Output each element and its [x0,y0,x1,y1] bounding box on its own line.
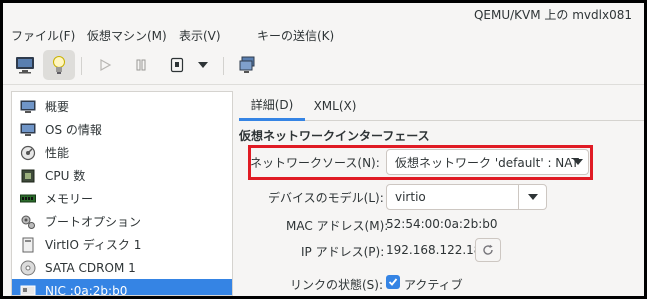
window-title: QEMU/KVM 上の mvdlx081 [473,8,632,22]
device-model-label: デバイスのモデル(L): [268,191,384,205]
section-title: 仮想ネットワークインターフェース [239,129,430,143]
disk-icon [19,237,37,253]
toolbar [3,47,644,85]
monitor-icon [16,57,34,74]
cpu-icon [19,168,37,184]
console-button[interactable] [9,50,41,80]
ip-address-value: 192.168.122.186 [386,243,490,257]
sidebar-item-label: OS の情報 [45,123,102,137]
tab-details[interactable]: 詳細(D) [239,91,305,121]
menu-send-key[interactable]: キーの送信(K) [257,27,334,44]
link-state-label: リンクの状態(S): [290,278,384,292]
sidebar-item-label: NIC :0a:2b:b0 [45,283,128,296]
play-icon [100,58,112,72]
sidebar-item-nic[interactable]: NIC :0a:2b:b0 [12,279,232,296]
gauge-icon [19,145,37,161]
snapshot-button[interactable] [231,50,263,80]
lightbulb-icon [53,56,65,74]
title-bar: QEMU/KVM 上の mvdlx081 [3,3,644,23]
refresh-ip-button[interactable] [475,238,501,262]
pause-button[interactable] [125,50,157,80]
device-model-value: virtio [395,190,426,204]
shutdown-button[interactable] [161,50,193,80]
tab-label: 詳細(D) [250,98,294,112]
sidebar-item-performance[interactable]: 性能 [12,141,232,164]
detail-tabs: 詳細(D) XML(X) [239,91,644,121]
link-state-checkbox[interactable] [386,275,400,289]
sidebar-item-label: SATA CDROM 1 [45,260,136,275]
link-state-value: アクティブ [404,278,463,292]
shutdown-menu-button[interactable] [191,50,215,80]
sidebar-item-label: CPU 数 [45,169,86,183]
menu-vm[interactable]: 仮想マシン(M) [87,27,167,44]
sidebar-item-virtio-disk[interactable]: VirtIO ディスク 1 [12,233,232,256]
snapshot-icon [239,56,255,73]
ip-address-label: IP アドレス(P): [301,245,385,259]
menu-bar: ファイル(F) 仮想マシン(M) 表示(V) キーの送信(K) [3,23,644,47]
sidebar-item-boot-options[interactable]: ブートオプション [12,210,232,233]
nic-icon [19,283,37,295]
chevron-down-icon[interactable] [518,185,546,209]
check-icon [388,278,398,286]
menu-file[interactable]: ファイル(F) [11,27,75,44]
refresh-icon [483,244,493,255]
power-icon [170,57,184,73]
sidebar-item-os-info[interactable]: OS の情報 [12,118,232,141]
tab-xml[interactable]: XML(X) [305,91,365,121]
dropdown-arrow-icon [198,62,208,68]
hardware-list: 概要 OS の情報 性能 CPU 数 メモリー ブートオプション VirtIO … [11,91,233,296]
toolbar-separator [81,57,82,75]
sidebar-item-label: 性能 [45,146,70,160]
sidebar-item-label: ブートオプション [45,215,142,229]
app-window: QEMU/KVM 上の mvdlx081 ファイル(F) 仮想マシン(M) 表示… [3,3,644,296]
cdrom-icon [19,260,37,276]
toolbar-separator [223,57,224,75]
pause-icon [136,59,146,71]
run-button[interactable] [89,50,121,80]
device-model-combo[interactable]: virtio [386,184,547,210]
sidebar-item-cpu[interactable]: CPU 数 [12,164,232,187]
tab-label: XML(X) [313,99,357,113]
highlight-box [248,145,593,180]
sidebar-item-overview[interactable]: 概要 [12,95,232,118]
details-button[interactable] [43,50,75,80]
sidebar-item-label: 概要 [45,100,70,114]
menu-view[interactable]: 表示(V) [179,27,221,44]
sidebar-item-sata-cdrom[interactable]: SATA CDROM 1 [12,256,232,279]
memory-icon [19,191,37,207]
sidebar-item-label: VirtIO ディスク 1 [45,238,142,252]
mac-address-value: 52:54:00:0a:2b:b0 [386,217,498,231]
sidebar-item-label: メモリー [45,192,94,206]
monitor-icon [19,99,37,115]
sidebar-item-memory[interactable]: メモリー [12,187,232,210]
gear-icon [19,214,37,230]
monitor-icon [19,122,37,138]
mac-address-label: MAC アドレス(M): [286,219,389,233]
